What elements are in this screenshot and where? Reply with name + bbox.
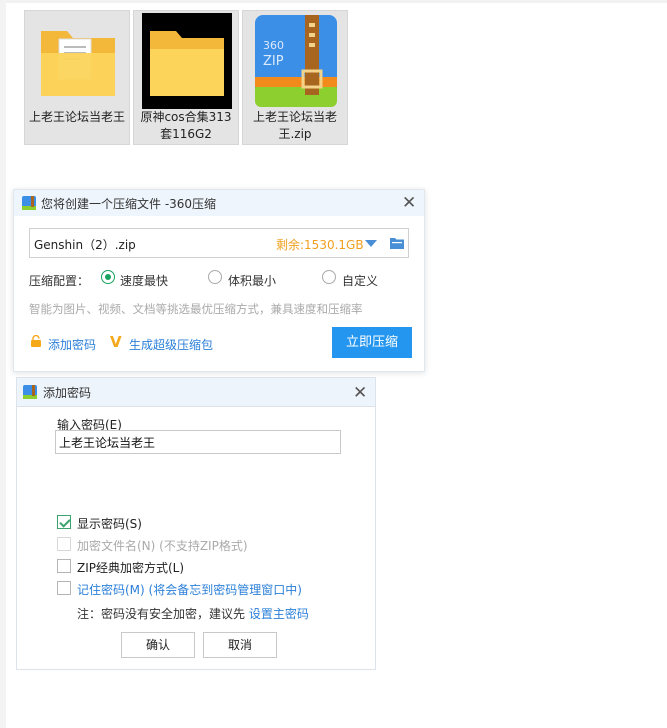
encrypt-filenames-checkbox [57, 537, 71, 551]
remember-password-checkbox[interactable] [57, 581, 71, 595]
vip-icon: V [110, 333, 122, 351]
svg-text:360: 360 [263, 39, 284, 52]
remember-password-label[interactable]: 记住密码(M) (将会备忘到密码管理窗口中) [77, 581, 302, 598]
show-password-label[interactable]: 显示密码(S) [77, 515, 142, 532]
svg-text:ZIP: ZIP [263, 54, 284, 69]
option-smallest-label[interactable]: 体积最小 [228, 272, 276, 289]
file-name: 原神cos合集313套116G2 [140, 110, 232, 141]
file-tile-folder-1[interactable]: 上老王论坛当老王 [24, 10, 130, 145]
option-fastest-label[interactable]: 速度最快 [120, 272, 168, 289]
compress-dialog-titlebar[interactable]: 您将创建一个压缩文件 -360压缩 ✕ [14, 190, 424, 216]
output-path-field[interactable]: Genshin（2）.zip 剩余:1530.1GB [29, 228, 409, 258]
window-top-edge [0, 0, 667, 3]
add-password-link[interactable]: 添加密码 [48, 336, 96, 353]
confirm-button[interactable]: 确认 [121, 632, 195, 658]
security-note: 注：密码没有安全加密，建议先 设置主密码 [77, 605, 309, 622]
password-dialog-title: 添加密码 [43, 386, 92, 400]
folder-with-document-icon [41, 31, 115, 96]
security-note-text: 注：密码没有安全加密，建议先 [77, 607, 249, 621]
360zip-archive-icon: 360 ZIP [255, 15, 337, 107]
zip-classic-label[interactable]: ZIP经典加密方式(L) [77, 559, 184, 576]
password-dialog-titlebar[interactable]: 添加密码 ✕ [17, 378, 375, 407]
compress-hint: 智能为图片、视频、文档等挑选最优压缩方式，兼具速度和压缩率 [29, 302, 363, 316]
radio-smallest[interactable] [208, 270, 222, 284]
compress-config-label: 压缩配置： [29, 274, 90, 288]
file-name: 上老王论坛当老王 [29, 110, 126, 124]
radio-fastest[interactable] [101, 270, 115, 284]
file-tile-zip[interactable]: 360 ZIP 上老王论坛当老王.zip [242, 10, 348, 145]
lock-icon [31, 335, 41, 347]
super-package-link[interactable]: 生成超级压缩包 [129, 336, 213, 353]
zip-classic-checkbox[interactable] [57, 559, 71, 573]
password-input[interactable] [55, 430, 341, 454]
cancel-button[interactable]: 取消 [203, 632, 277, 658]
compress-dialog: 您将创建一个压缩文件 -360压缩 ✕ Genshin（2）.zip 剩余:15… [13, 189, 425, 372]
file-name: 上老王论坛当老王.zip [252, 110, 337, 141]
folder-icon [142, 13, 232, 109]
show-password-checkbox[interactable] [57, 515, 71, 529]
file-tile-folder-2[interactable]: 原神cos合集313套116G2 [133, 10, 239, 145]
folder-browse-icon[interactable] [390, 237, 404, 249]
encrypt-filenames-label: 加密文件名(N) (不支持ZIP格式) [77, 539, 248, 553]
compress-dialog-title: 您将创建一个压缩文件 -360压缩 [41, 197, 217, 211]
close-icon[interactable]: ✕ [353, 385, 367, 402]
add-password-dialog: 添加密码 ✕ 输入密码(E) 显示密码(S) 加密文件名(N) (不支持ZIP格… [16, 377, 376, 670]
window-left-edge [0, 0, 6, 728]
output-filename[interactable]: Genshin（2）.zip [34, 236, 136, 253]
360zip-app-icon [23, 385, 37, 399]
radio-custom[interactable] [322, 270, 336, 284]
compress-now-button[interactable]: 立即压缩 [332, 327, 412, 358]
remaining-space: 剩余:1530.1GB [276, 238, 364, 252]
set-master-password-link[interactable]: 设置主密码 [249, 607, 309, 621]
360zip-app-icon [22, 196, 36, 210]
option-custom-label[interactable]: 自定义 [342, 272, 378, 289]
chevron-down-icon[interactable] [365, 240, 377, 247]
close-icon[interactable]: ✕ [402, 195, 416, 212]
